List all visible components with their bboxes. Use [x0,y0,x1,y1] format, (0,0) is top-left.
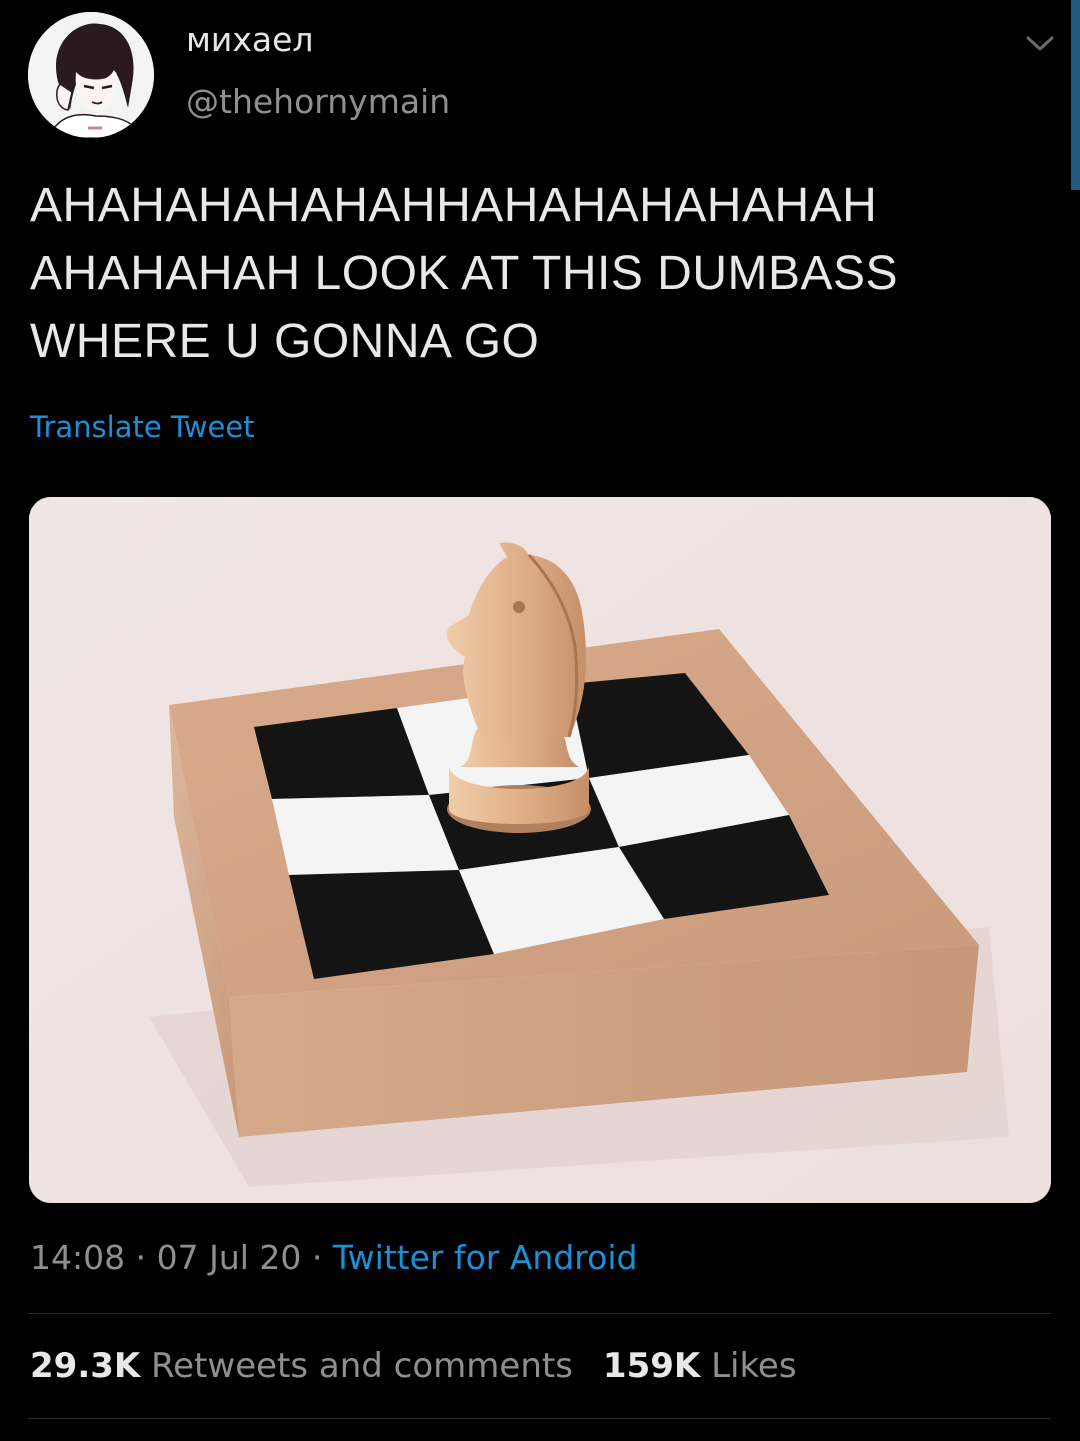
divider [28,1313,1051,1314]
tweet-text-line: WHERE U GONNA GO [30,315,540,368]
user-handle[interactable]: @thehornymain [186,82,450,121]
tweet-text-line: AHAHAHAHAHAHHAHAHAHAHAHAH [30,179,878,232]
meta-separator: · [135,1238,147,1277]
tweet-text-line: AHAHAHAH LOOK AT THIS DUMBASS [30,247,899,300]
tweet-time: 14:08 [30,1238,126,1277]
tweet-media-image[interactable] [29,497,1051,1203]
translate-tweet-link[interactable]: Translate Tweet [30,410,255,444]
retweets-count: 29.3K [30,1346,141,1386]
tweet-stats: 29.3K Retweets and comments 159K Likes [30,1346,797,1386]
chevron-down-icon[interactable] [1020,28,1060,58]
retweets-label: Retweets and comments [151,1346,573,1386]
scrollbar-thumb[interactable] [1071,0,1080,190]
tweet-source-link[interactable]: Twitter for Android [333,1238,638,1277]
meta-separator: · [311,1238,323,1277]
display-name[interactable]: михаел [186,20,314,59]
retweets-stat[interactable]: 29.3K Retweets and comments [30,1346,573,1386]
tweet-text: AHAHAHAHAHAHHAHAHAHAHAHAH AHAHAHAH LOOK … [30,172,1050,376]
tweet-date: 07 Jul 20 [156,1238,302,1277]
likes-stat[interactable]: 159K Likes [603,1346,797,1386]
avatar-image [28,12,154,138]
tweet-meta: 14:08 · 07 Jul 20 · Twitter for Android [30,1238,637,1277]
avatar[interactable] [28,12,154,138]
chess-board-photo [29,497,1051,1203]
divider [28,1418,1051,1419]
likes-count: 159K [602,1346,701,1386]
likes-label: Likes [711,1346,797,1386]
